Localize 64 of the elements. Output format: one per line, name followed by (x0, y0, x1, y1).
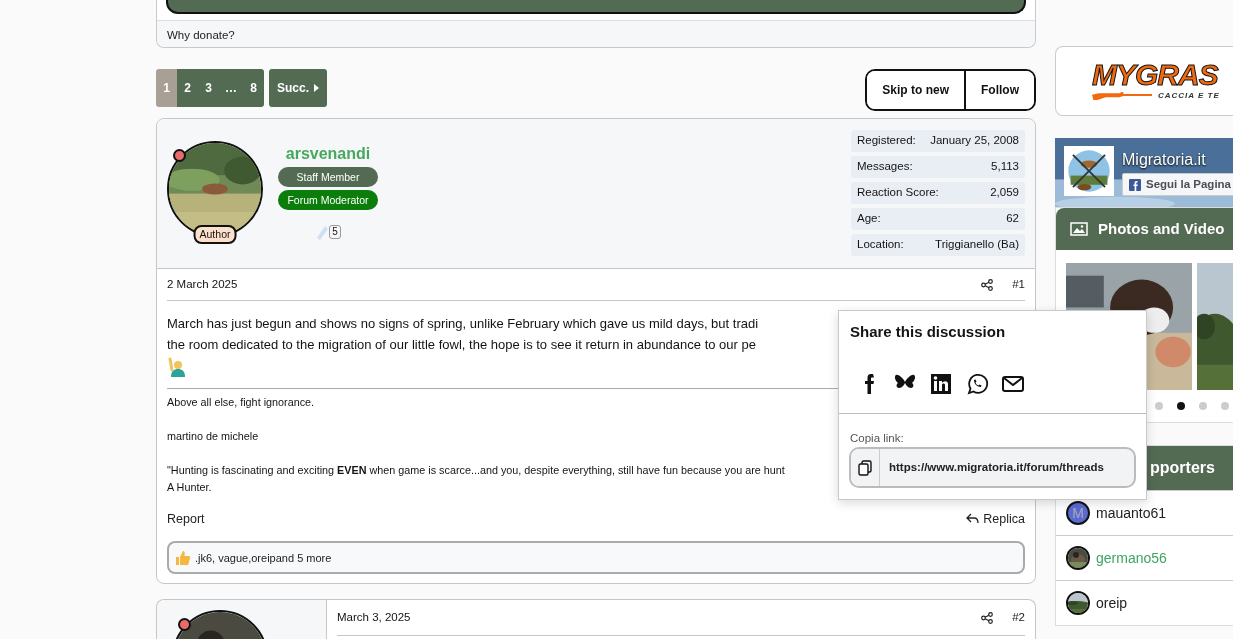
raising-hand-figure-icon (167, 356, 187, 377)
stat-label: Registered: (857, 133, 916, 149)
logo-text: MYGRAS (1092, 60, 1218, 90)
stat-label: Reaction Score: (857, 185, 939, 201)
donate-button[interactable] (166, 0, 1026, 14)
post-number-link[interactable]: #2 (1012, 609, 1025, 627)
rank-badge: 5 (329, 225, 341, 239)
username-link[interactable]: oreip (1096, 592, 1128, 614)
whatsapp-share-button[interactable] (965, 372, 989, 396)
caret-icon (314, 84, 319, 92)
reply-link[interactable]: Replica (966, 509, 1025, 529)
copy-link-label: Copia link: (849, 431, 905, 446)
post-date: March 3, 2025 (337, 610, 411, 626)
logo-tagline: CACCIA E TE (1158, 90, 1220, 102)
page-button[interactable]: 3 (198, 69, 219, 107)
reactions-link[interactable]: .jk6, vague,oreipand 5 more (195, 549, 332, 567)
next-page-button[interactable]: Succ. (269, 69, 327, 107)
carousel-dot[interactable] (1221, 402, 1229, 410)
stat-value: 5,113 (991, 159, 1019, 175)
carousel-dot[interactable] (1155, 402, 1163, 410)
stat-value: 2,059 (990, 185, 1019, 201)
stat-label: Messages: (857, 159, 913, 175)
linkedin-share-button[interactable] (929, 372, 953, 396)
copy-icon (858, 459, 872, 476)
image-icon (1070, 222, 1088, 236)
thread-action-button[interactable]: Follow (964, 71, 1034, 109)
copy-button[interactable] (851, 449, 880, 486)
rifle-icon (1092, 90, 1152, 102)
reply-icon (966, 513, 980, 525)
page-button[interactable]: 8 (243, 69, 264, 107)
popup-title: Share this discussion (849, 322, 1007, 341)
username-link[interactable]: mauanto61 (1096, 502, 1167, 524)
stat-value: January 25, 2008 (930, 133, 1019, 149)
widget-title: Photos and Video (1098, 220, 1225, 238)
facebook-icon (864, 374, 874, 394)
post-date: 2 March 2025 (167, 276, 238, 292)
carousel-dot[interactable] (1177, 402, 1185, 410)
stat-label: Age: (857, 211, 881, 227)
user-title-badge: Staff Member (278, 167, 378, 187)
post-text: the room dedicated to the migration of our little fowl, the hope is to see it return in abundance to our pe (167, 336, 756, 354)
author-badge: Author (193, 225, 237, 244)
share-icon (981, 278, 994, 291)
page-button[interactable]: … (219, 69, 243, 107)
link-field[interactable]: https://www.migratoria.it/forum/threads (849, 447, 1136, 488)
signature-text: Above all else, fight ignorance. (167, 394, 315, 410)
page-button[interactable]: 2 (177, 69, 198, 107)
linkedin-icon (929, 372, 953, 396)
signature-text: A Hunter. (167, 479, 212, 495)
ribbon-icon (315, 224, 330, 240)
why-donate-link[interactable]: Why donate? (167, 29, 235, 41)
signature-text: "Hunting is fascinating and exciting EVEN when game is scarce...and you, despite everything, still have fun because you are hunt (167, 462, 785, 478)
whatsapp-icon (965, 372, 989, 396)
report-link[interactable]: Report (167, 509, 205, 529)
user-title-badge: Forum Moderator (278, 190, 378, 210)
post-text: March has just begun and shows no signs of spring, unlike February which gave us mild days, but tradi (167, 315, 759, 333)
stat-label: Location: (857, 237, 904, 253)
user-avatar: M (1066, 501, 1090, 525)
thumbs-up-icon (175, 549, 191, 566)
share-icon (981, 611, 994, 624)
carousel-dot[interactable] (1199, 402, 1207, 410)
signature-text: martino de michele (167, 428, 259, 444)
stat-value: 62 (1006, 211, 1019, 227)
stat-value: Triggianello (Ba) (935, 237, 1019, 253)
post-number-link[interactable]: #1 (1012, 275, 1025, 294)
